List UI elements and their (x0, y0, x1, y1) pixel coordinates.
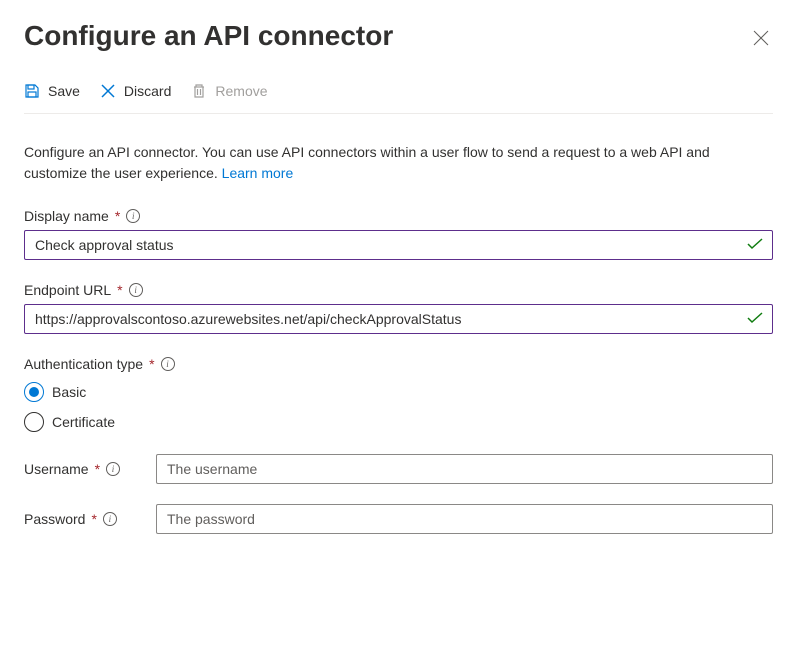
info-icon[interactable]: i (106, 462, 120, 476)
required-indicator: * (95, 461, 100, 477)
username-label: Username (24, 461, 89, 477)
auth-type-basic-label: Basic (52, 384, 86, 400)
discard-icon (100, 83, 116, 99)
page-title: Configure an API connector (24, 20, 393, 52)
info-icon[interactable]: i (126, 209, 140, 223)
required-indicator: * (91, 511, 96, 527)
description-text: Configure an API connector. You can use … (24, 142, 773, 184)
auth-type-certificate-label: Certificate (52, 414, 115, 430)
toolbar: Save Discard Remove (24, 81, 773, 114)
check-icon (747, 311, 763, 327)
close-icon (753, 30, 769, 46)
info-icon[interactable]: i (129, 283, 143, 297)
radio-icon (24, 412, 44, 432)
auth-type-certificate-radio[interactable]: Certificate (24, 412, 773, 432)
required-indicator: * (115, 208, 120, 224)
auth-type-basic-radio[interactable]: Basic (24, 382, 773, 402)
remove-button: Remove (191, 81, 267, 101)
display-name-label: Display name (24, 208, 109, 224)
required-indicator: * (149, 356, 154, 372)
display-name-input[interactable] (24, 230, 773, 260)
username-input[interactable] (156, 454, 773, 484)
close-button[interactable] (749, 26, 773, 53)
learn-more-link[interactable]: Learn more (222, 165, 294, 181)
remove-label: Remove (215, 83, 267, 99)
required-indicator: * (117, 282, 122, 298)
password-label: Password (24, 511, 85, 527)
endpoint-url-input[interactable] (24, 304, 773, 334)
discard-button[interactable]: Discard (100, 81, 171, 101)
endpoint-url-label: Endpoint URL (24, 282, 111, 298)
radio-icon (24, 382, 44, 402)
save-button[interactable]: Save (24, 81, 80, 101)
password-input[interactable] (156, 504, 773, 534)
save-icon (24, 83, 40, 99)
discard-label: Discard (124, 83, 171, 99)
info-icon[interactable]: i (103, 512, 117, 526)
save-label: Save (48, 83, 80, 99)
check-icon (747, 237, 763, 253)
auth-type-label: Authentication type (24, 356, 143, 372)
info-icon[interactable]: i (161, 357, 175, 371)
trash-icon (191, 83, 207, 99)
